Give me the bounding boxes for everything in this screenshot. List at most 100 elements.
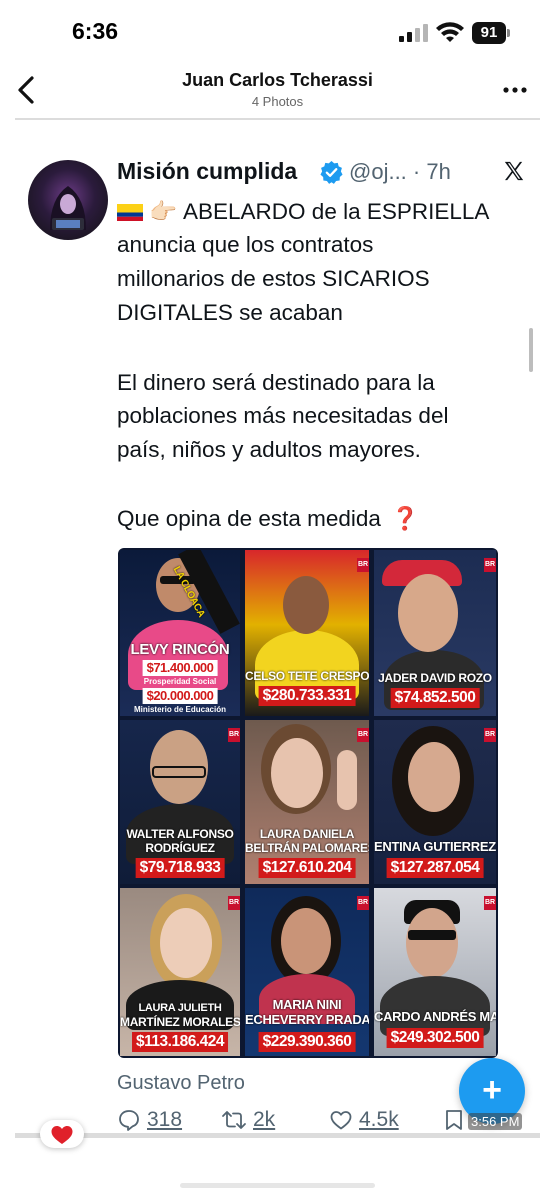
tweet-text-line: DIGITALES se acaban [117,300,343,325]
photo-bottom-edge [15,1133,540,1138]
amount: $113.186.424 [132,1032,228,1052]
status-bar: 6:36 91 [0,0,555,62]
amount: $229.390.360 [258,1032,356,1052]
person-name: JADER DAVID ROZO [378,671,492,685]
channel-logo: BR [357,896,369,910]
person-name: CARDO ANDRÉS MALAG [374,1009,496,1024]
post-time: · 7h [412,159,451,184]
person-name-line1: WALTER ALFONSO [126,827,234,841]
media-cell[interactable]: BR LAURA DANIELA BELTRÁN PALOMARES $127.… [245,720,369,884]
question-mark-emoji: ❓ [390,506,419,531]
tweet-text-line: El dinero será destinado para la [117,370,435,395]
person-name-line2: MARTÍNEZ MORALES [120,1015,240,1029]
channel-logo: BR [484,558,496,572]
person-head [408,742,460,812]
verified-badge-icon [320,161,343,184]
channel-logo: BR [357,558,369,572]
person-name-line2: RODRÍGUEZ [145,841,215,855]
person-head [271,738,323,808]
heart-outline-icon [330,1111,352,1130]
media-cell[interactable]: BR ENTINA GUTIERREZ AR $127.287.054 [374,720,496,884]
person-head [160,908,212,978]
person-body [380,976,490,1036]
tweet-media-grid[interactable]: LA CLOACA LEVY RINCÓN $71.400.000 Prospe… [118,548,498,1058]
person-head [398,574,458,652]
author-avatar[interactable] [28,160,108,240]
reply-icon [119,1110,139,1131]
media-cell[interactable]: BR JADER DAVID ROZO $74.852.500 [374,550,496,716]
x-logo-icon [504,161,524,181]
author-handle-and-time[interactable]: @oj... · 7h [349,159,451,185]
wifi-icon [436,22,464,42]
media-cell[interactable]: LA CLOACA LEVY RINCÓN $71.400.000 Prospe… [120,550,240,716]
person-head [283,576,329,634]
photos-header: Juan Carlos Tcherassi 4 Photos [0,62,555,118]
channel-logo: BR [484,728,496,742]
screenshot-timestamp: 3:56 PM [468,1113,523,1130]
more-options-icon[interactable] [500,80,530,100]
status-time: 6:36 [72,18,119,44]
amount-2-caption: Ministerio de Educación [133,705,226,714]
amount: $79.718.933 [135,858,225,878]
tweet-text-line: Que opina de esta medida ❓ [117,504,419,534]
channel-logo: BR [484,896,496,910]
sunglasses-icon [408,930,456,940]
heart-filled-icon [51,1126,73,1144]
person-name-line1: LAURA JULIETH [138,1002,222,1014]
person-head [406,908,458,978]
amount-1-caption: Prosperidad Social [143,677,217,686]
like-button[interactable]: 4.5k [329,1105,399,1135]
tweet-text-segment: ABELARDO de la ESPRIELLA [183,199,490,224]
person-name-line1: LAURA DANIELA [259,827,355,841]
battery-icon: 91 [472,22,510,44]
media-cell[interactable]: BR MARIA NINI ECHEVERRY PRADA $229.390.3… [245,888,369,1056]
media-cell[interactable]: BR CARDO ANDRÉS MALAG $249.302.500 [374,888,496,1056]
channel-logo: BR [228,896,240,910]
reply-button[interactable]: 318 [117,1105,182,1135]
cellular-signal-icon [399,24,428,42]
glasses-icon [152,766,206,778]
person-name: LEVY RINCÓN [130,641,230,658]
person-name-line2: BELTRÁN PALOMARES [245,841,369,855]
amount-1: $71.400.000 [142,660,218,676]
hooded-figure-icon [50,186,86,230]
photo-content[interactable]: Misión cumplida @oj... · 7h 👉🏻 ABELARDO d… [15,120,540,1138]
amount: $249.302.500 [386,1028,484,1048]
home-indicator[interactable] [180,1183,375,1188]
person-name: ENTINA GUTIERREZ AR [374,839,496,854]
retweet-button[interactable]: 2k [221,1105,275,1135]
tweet-text-line: poblaciones más necesitadas del [117,403,449,428]
reply-count: 318 [147,1108,183,1131]
person-head [281,908,331,974]
colombia-flag-icon [117,204,143,221]
channel-logo: BR [357,728,369,742]
retweet-count: 2k [253,1108,276,1131]
pointing-hand-emoji: 👉🏻 [149,199,178,224]
tweet-text-line: millonarios de estos SICARIOS [117,266,430,291]
photo-count: 4 Photos [251,94,304,109]
scroll-indicator[interactable] [529,328,533,372]
favorite-button[interactable] [40,1120,84,1148]
person-name: CELSO TETE CRESPO [245,669,369,683]
amount: $127.610.204 [258,858,356,878]
battery-level: 91 [472,22,506,44]
person-name-line1: MARIA NINI [272,997,342,1012]
media-cell[interactable]: BR LAURA JULIETH MARTÍNEZ MORALES $113.1… [120,888,240,1056]
tweet-text-line: anuncia que los contratos [117,232,374,257]
person-name-line2: ECHEVERRY PRADA [245,1012,369,1027]
tweet-text-line: 👉🏻 ABELARDO de la ESPRIELLA [117,197,489,227]
peace-sign-hand [337,750,357,810]
amount: $74.852.500 [390,688,480,708]
battery-tip [507,29,510,37]
tweet-text-line: país, niños y adultos mayores. [117,437,421,462]
reply-author[interactable]: Gustavo Petro [117,1072,245,1095]
amount: $127.287.054 [386,858,484,878]
author-handle[interactable]: @oj... [349,159,407,184]
retweet-icon [222,1111,246,1129]
album-title: Juan Carlos Tcherassi [182,70,373,90]
media-cell[interactable]: BR CELSO TETE CRESPO $280.733.331 [245,550,369,716]
author-name[interactable]: Misión cumplida [117,158,297,185]
media-cell[interactable]: BR WALTER ALFONSO RODRÍGUEZ $79.718.933 [120,720,240,884]
amount: $280.733.331 [258,686,356,706]
channel-logo: BR [228,728,240,742]
